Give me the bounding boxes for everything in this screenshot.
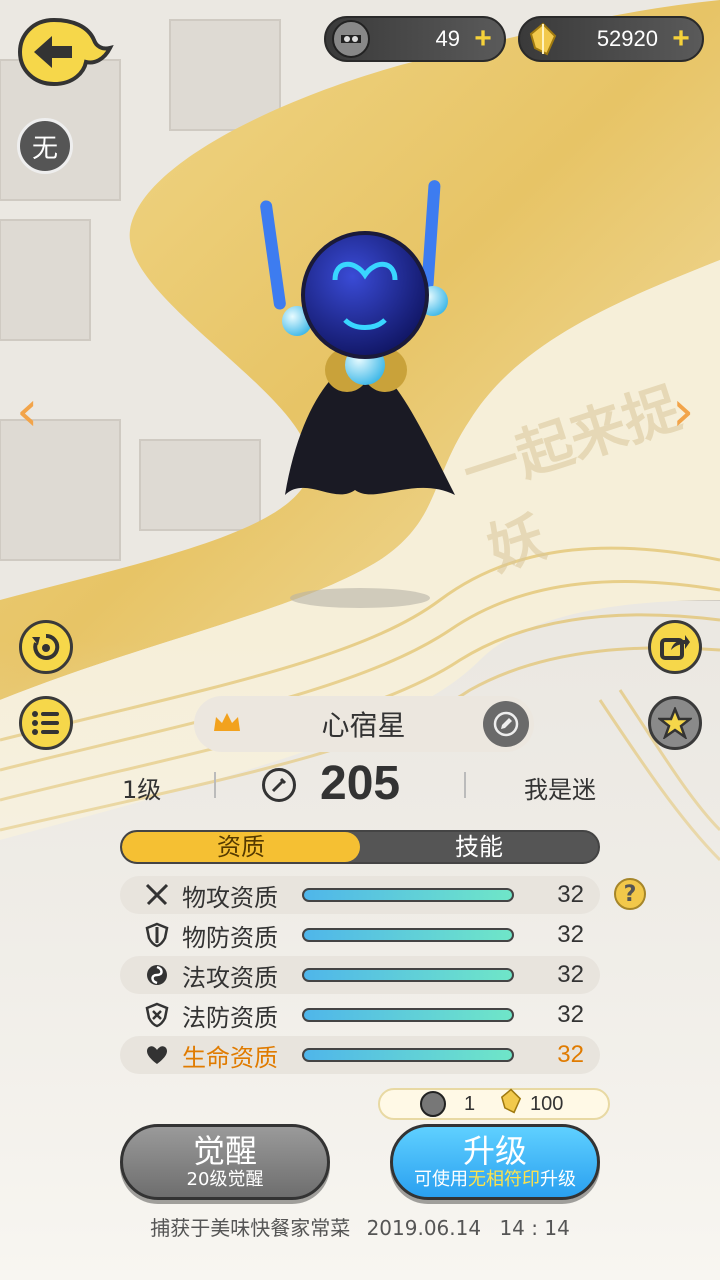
token-count: 49 (435, 26, 460, 51)
crown-icon (212, 711, 244, 737)
attribute-bar (302, 888, 514, 902)
add-crystals-icon[interactable]: + (666, 24, 696, 54)
attribute-row: 物防资质 32 (120, 916, 600, 954)
crystal-icon (526, 22, 560, 56)
token-icon (332, 20, 370, 58)
rename-button[interactable] (483, 701, 529, 747)
capture-location: 捕获于美味快餐家常菜 (150, 1216, 351, 1240)
capture-info: 捕获于美味快餐家常菜 2019.06.14 14 : 14 (0, 1212, 720, 1241)
detail-tabs: 资质 技能 (120, 830, 600, 864)
attribute-row: 法攻资质 32 (120, 956, 600, 994)
pet-power: 205 (320, 757, 401, 810)
power-icon (262, 768, 296, 802)
list-menu-button[interactable] (19, 696, 73, 750)
attribute-label: 法防资质 (182, 1003, 278, 1032)
back-arrow-icon (17, 17, 114, 87)
tab-skills[interactable]: 技能 (360, 832, 598, 862)
previous-pet-chevron-icon[interactable]: ‹ (16, 384, 38, 440)
attribute-value: 32 (557, 961, 584, 988)
capture-date: 2019.06.14 (366, 1216, 482, 1240)
heart-icon (144, 1042, 170, 1068)
attribute-value: 32 (557, 1001, 584, 1028)
token-currency-pill[interactable]: 49 + (324, 16, 506, 62)
crystal-icon (500, 1088, 522, 1120)
list-icon (32, 711, 59, 735)
stat-divider (464, 772, 466, 798)
attribute-row: 法防资质 32 (120, 996, 600, 1034)
pet-name: 心宿星 (321, 709, 406, 742)
attribute-label: 法攻资质 (182, 963, 278, 992)
next-pet-chevron-icon[interactable]: › (672, 384, 694, 440)
element-badge[interactable]: 无 (17, 118, 73, 174)
crossed-swords-icon (144, 882, 170, 908)
awaken-button[interactable]: 觉醒 20级觉醒 (120, 1124, 330, 1200)
shield-icon (144, 922, 170, 948)
crystal-currency-pill[interactable]: 52920 + (518, 16, 704, 62)
upgrade-subtitle: 可使用无相符印升级 (414, 1169, 576, 1190)
upgrade-cost: 1 100 (378, 1088, 610, 1120)
attribute-row: 物攻资质 32 (120, 876, 600, 914)
attribute-bar (302, 1008, 514, 1022)
favorite-button[interactable] (648, 696, 702, 750)
magic-swirl-icon (144, 962, 170, 988)
help-icon: ? (623, 881, 637, 907)
awaken-title: 觉醒 (192, 1132, 257, 1170)
help-button[interactable]: ? (614, 878, 646, 910)
attribute-row: 生命资质 32 (120, 1036, 600, 1074)
attribute-value: 32 (557, 881, 584, 908)
add-tokens-icon[interactable]: + (468, 24, 498, 54)
stat-divider (214, 772, 216, 798)
upgrade-button[interactable]: 升级 可使用无相符印升级 (390, 1124, 600, 1200)
token-icon (420, 1091, 446, 1117)
magic-shield-icon (144, 1002, 170, 1028)
refresh-button[interactable] (19, 620, 73, 674)
share-icon (660, 635, 690, 660)
pencil-icon (493, 711, 519, 737)
attribute-label: 物攻资质 (182, 883, 278, 912)
upgrade-title: 升级 (462, 1132, 527, 1170)
cost-tokens: 1 (464, 1092, 476, 1115)
element-badge-label: 无 (31, 133, 58, 164)
crystal-count: 52920 (596, 26, 658, 51)
back-button[interactable] (14, 12, 114, 92)
share-button[interactable] (648, 620, 702, 674)
attribute-label: 物防资质 (182, 923, 278, 952)
pet-owner: 我是迷 (524, 776, 596, 804)
cost-crystals: 100 (530, 1092, 564, 1115)
attribute-value: 32 (557, 1041, 584, 1068)
star-icon (658, 707, 692, 739)
pet-name-plate: 心宿星 (194, 696, 534, 752)
attribute-bar (302, 968, 514, 982)
attribute-value: 32 (557, 921, 584, 948)
capture-time: 14 : 14 (499, 1216, 570, 1240)
refresh-icon (32, 633, 60, 660)
attribute-label: 生命资质 (182, 1043, 278, 1072)
tab-aptitude[interactable]: 资质 (122, 832, 360, 862)
attribute-bar (302, 1048, 514, 1062)
awaken-subtitle: 20级觉醒 (186, 1169, 264, 1190)
attribute-bar (302, 928, 514, 942)
pet-level: 1级 (122, 776, 162, 804)
pet-model (260, 180, 455, 495)
